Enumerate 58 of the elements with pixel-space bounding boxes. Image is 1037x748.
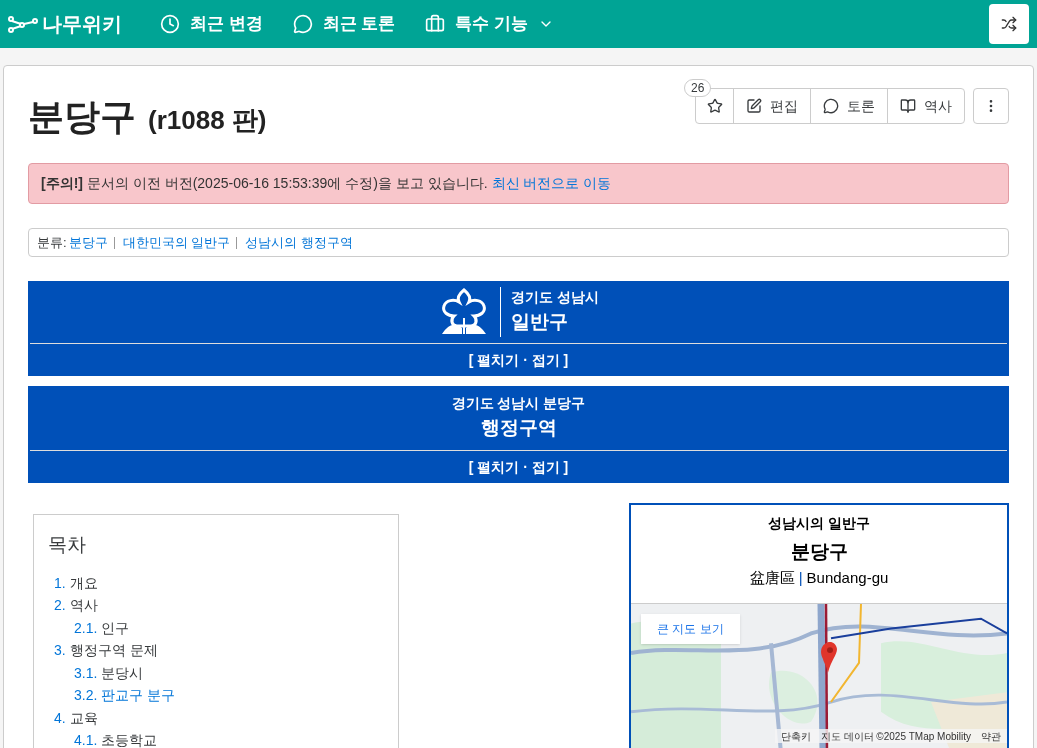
toc-item: 초등학교 xyxy=(101,731,158,748)
action-button[interactable]: 토론 xyxy=(811,89,888,123)
map-footer-link[interactable]: 지도 데이터 ©2025 TMap Mobility xyxy=(820,728,971,744)
book-icon xyxy=(900,98,916,114)
toc-number-link[interactable]: 3. xyxy=(54,639,66,662)
toc-item: 분당시 xyxy=(101,663,144,683)
toc-number-link[interactable]: 3.2. xyxy=(74,684,98,707)
expand-toggle-link[interactable]: [ 펼치기 · 접기 ] xyxy=(468,456,569,478)
toc-number-link[interactable]: 4.1. xyxy=(74,729,98,748)
large-map-button[interactable]: 큰 지도 보기 xyxy=(641,614,740,644)
toc-number-link[interactable]: 4. xyxy=(54,706,66,729)
nav-link[interactable]: 최근 변경 xyxy=(160,11,263,37)
chat-icon xyxy=(292,14,313,34)
name-separator: | xyxy=(798,567,803,588)
action-button[interactable]: 편집 xyxy=(734,89,811,123)
infobox-name: 분당구 xyxy=(790,540,848,564)
banner-subtitle: 경기도 성남시 xyxy=(511,288,599,308)
category-label: 분류: xyxy=(37,233,67,252)
article-title: 분당구 (r1088 판) xyxy=(28,95,267,139)
infobox-caption: 성남시의 일반구 xyxy=(768,514,870,533)
map-view[interactable]: 큰 지도 보기 단축키 지도 데이터 ©2025 TMap Mobility 약관 xyxy=(631,603,1007,748)
nav-link[interactable]: 특수 기능 xyxy=(425,11,555,37)
infobox-roman-name: Bundang-gu xyxy=(806,567,889,588)
random-button[interactable] xyxy=(989,4,1029,44)
category-link[interactable]: 성남시의 행정구역 xyxy=(245,232,353,253)
notice-text: [주의!] 문서의 이전 버전(2025-06-16 15:53:39에 수정)을 보고 있습니다. xyxy=(41,174,488,193)
action-button[interactable]: 역사 xyxy=(888,89,964,123)
latest-version-link[interactable]: 최신 버전으로 이동 xyxy=(491,173,612,194)
nav-link[interactable]: 최근 토론 xyxy=(292,11,396,37)
banner-title: 일반구 xyxy=(511,310,570,335)
logo-icon xyxy=(8,15,38,33)
chat-icon xyxy=(823,98,839,114)
toc-number-link[interactable]: 3.1. xyxy=(74,661,98,684)
toc-number-link[interactable]: 2.1. xyxy=(74,616,98,639)
category-link[interactable]: 대한민국의 일반구 xyxy=(122,232,231,253)
toc-item: 판교구 분구 xyxy=(101,686,176,705)
shuffle-icon xyxy=(1001,16,1017,32)
star-count-badge: 26 xyxy=(684,79,712,97)
toc-item: 역사 xyxy=(69,596,98,615)
map-footer-link[interactable]: 단축키 xyxy=(780,728,811,744)
toc-number-link[interactable]: 1. xyxy=(54,571,66,594)
toc-item: 인구 xyxy=(101,618,130,638)
category-link[interactable]: 분당구 xyxy=(68,232,108,253)
toolbox-icon xyxy=(425,14,446,34)
expand-toggle-link[interactable]: [ 펼치기 · 접기 ] xyxy=(468,349,569,371)
edit-icon xyxy=(746,98,762,114)
infobox-hanja-name: 盆唐區 xyxy=(749,567,795,588)
site-logo[interactable]: 나무위키 xyxy=(8,9,122,39)
star-icon xyxy=(706,98,723,114)
map-footer-link[interactable]: 약관 xyxy=(981,728,1001,744)
clock-icon xyxy=(160,14,180,34)
toc-item: 행정구역 문제 xyxy=(69,641,158,660)
banner-title: 행정구역 xyxy=(480,416,557,441)
toc-item: 교육 xyxy=(69,708,98,728)
toc-number-link[interactable]: 2. xyxy=(54,594,66,617)
toc-title: 목차 xyxy=(48,533,87,557)
banner-subtitle: 경기도 성남시 분당구 xyxy=(451,394,586,414)
toc-item: 개요 xyxy=(69,573,98,593)
